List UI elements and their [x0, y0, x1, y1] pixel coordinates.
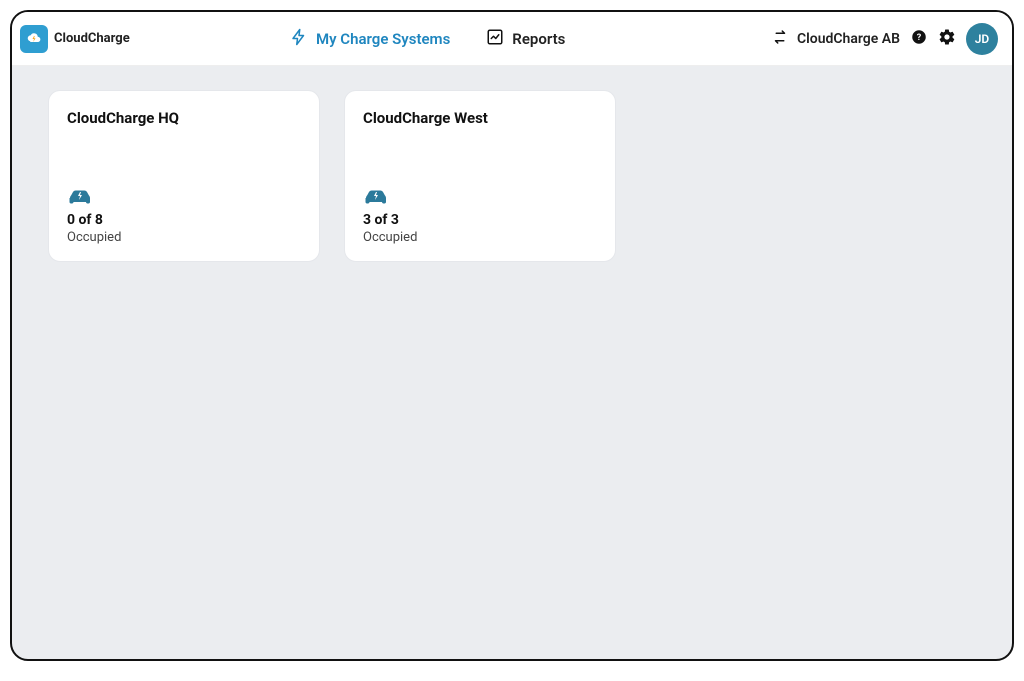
header: CloudCharge My Charge Systems Rep: [12, 12, 1012, 66]
settings-button[interactable]: [938, 30, 956, 48]
user-avatar[interactable]: JD: [966, 23, 998, 55]
card-title: CloudCharge HQ: [67, 109, 301, 127]
nav-reports[interactable]: Reports: [486, 28, 565, 50]
system-card[interactable]: CloudCharge HQ 0 of 8 Occupied: [48, 90, 320, 262]
brand[interactable]: CloudCharge: [20, 25, 220, 53]
avatar-initials: JD: [975, 32, 990, 46]
main-nav: My Charge Systems Reports: [290, 28, 565, 50]
bolt-icon: [290, 28, 308, 50]
card-stat-label: Occupied: [67, 230, 301, 245]
car-charging-icon: [363, 186, 389, 206]
org-switcher[interactable]: CloudCharge AB: [771, 28, 900, 50]
org-name: CloudCharge AB: [797, 31, 900, 47]
gear-icon: [938, 28, 956, 50]
card-title: CloudCharge West: [363, 109, 597, 127]
card-stat-label: Occupied: [363, 230, 597, 245]
card-body: 0 of 8 Occupied: [67, 186, 301, 245]
card-body: 3 of 3 Occupied: [363, 186, 597, 245]
header-actions: CloudCharge AB ? JD: [771, 23, 998, 55]
card-stat: 0 of 8: [67, 212, 301, 228]
svg-text:?: ?: [917, 33, 922, 43]
brand-name: CloudCharge: [54, 31, 130, 46]
card-stat: 3 of 3: [363, 212, 597, 228]
app-window: CloudCharge My Charge Systems Rep: [10, 10, 1014, 661]
help-button[interactable]: ?: [910, 30, 928, 48]
nav-label: Reports: [512, 30, 565, 48]
main-content: CloudCharge HQ 0 of 8 Occupied CloudChar…: [12, 66, 1012, 659]
system-card[interactable]: CloudCharge West 3 of 3 Occupied: [344, 90, 616, 262]
car-charging-icon: [67, 186, 93, 206]
help-icon: ?: [910, 28, 928, 50]
brand-logo-icon: [20, 25, 48, 53]
swap-icon: [771, 28, 789, 50]
report-icon: [486, 28, 504, 50]
nav-my-charge-systems[interactable]: My Charge Systems: [290, 28, 450, 50]
nav-label: My Charge Systems: [316, 30, 450, 48]
